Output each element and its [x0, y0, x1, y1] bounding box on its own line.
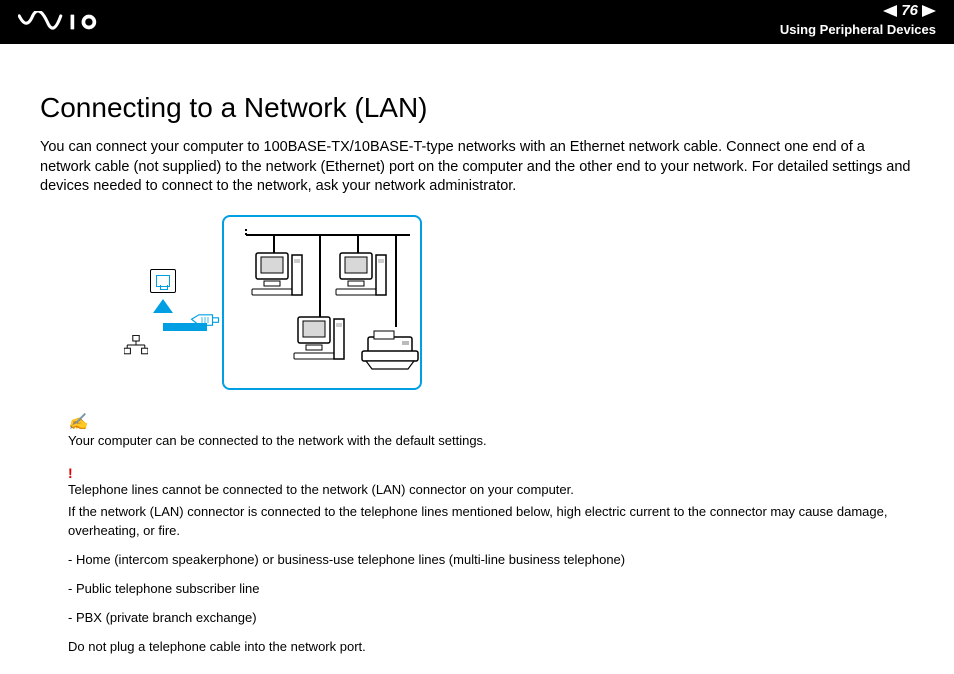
network-panel	[222, 215, 422, 390]
connection-icons	[82, 227, 222, 377]
page-header: 76 Using Peripheral Devices	[0, 0, 954, 44]
warning-bullet: - PBX (private branch exchange)	[68, 609, 914, 628]
page-nav: 76	[883, 2, 936, 19]
ethernet-port-icon	[150, 269, 176, 293]
warning-line-1: Telephone lines cannot be connected to t…	[68, 481, 914, 500]
warning-final: Do not plug a telephone cable into the n…	[68, 638, 914, 657]
intro-paragraph: You can connect your computer to 100BASE…	[40, 138, 914, 197]
note-icon: ✍	[68, 412, 914, 432]
warning-line-2: If the network (LAN) connector is connec…	[68, 503, 914, 541]
warning-block: Telephone lines cannot be connected to t…	[68, 481, 914, 657]
page-content: Connecting to a Network (LAN) You can co…	[0, 44, 954, 656]
network-diagram	[82, 215, 914, 390]
warning-bullets: - Home (intercom speakerphone) or busine…	[68, 551, 914, 628]
section-title: Using Peripheral Devices	[780, 22, 936, 37]
next-arrow-icon[interactable]	[922, 5, 936, 17]
network-topology-icon	[124, 335, 148, 355]
vaio-logo	[18, 11, 128, 33]
warning-bullet: - Public telephone subscriber line	[68, 580, 914, 599]
warning-icon: !	[68, 465, 914, 481]
page-number: 76	[901, 2, 918, 19]
prev-arrow-icon[interactable]	[883, 5, 897, 17]
page-title: Connecting to a Network (LAN)	[40, 92, 914, 124]
notes-section: ✍ Your computer can be connected to the …	[68, 412, 914, 657]
warning-bullet: - Home (intercom speakerphone) or busine…	[68, 551, 914, 570]
note-text: Your computer can be connected to the ne…	[68, 432, 914, 451]
cable-connector-icon	[190, 313, 220, 327]
